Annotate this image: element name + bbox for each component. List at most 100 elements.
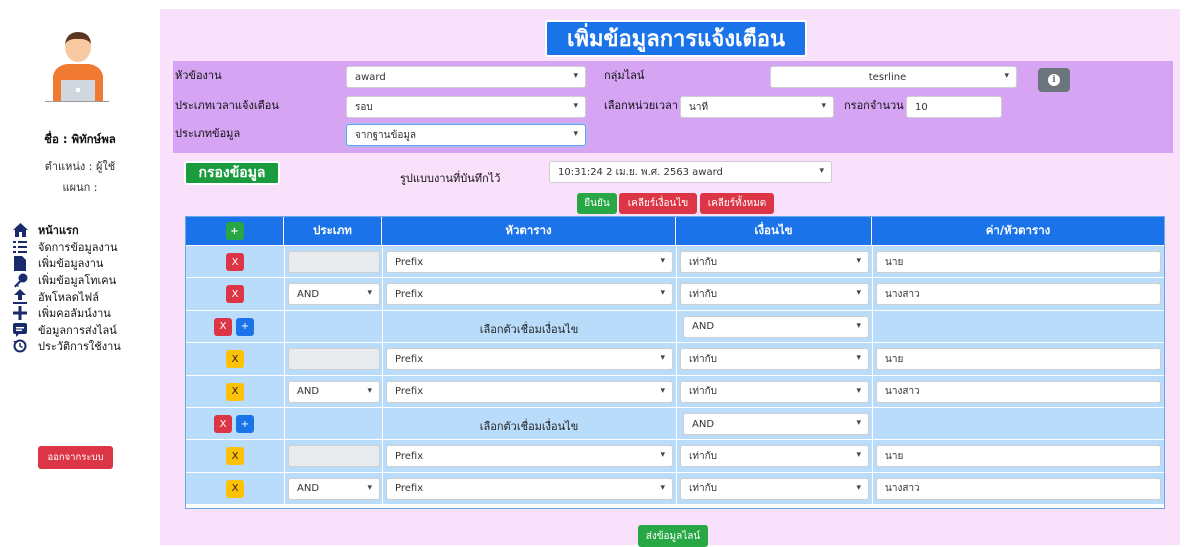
condition-row: X AND Prefix เท่ากับ นางสาว [186, 374, 1164, 407]
value-input[interactable]: นาย [876, 445, 1161, 468]
value-input[interactable]: นางสาว [876, 380, 1161, 403]
file-icon [12, 255, 28, 271]
upload-icon [12, 289, 28, 305]
connector-label: เลือกตัวเชื่อมเงื่อนไข [479, 420, 579, 433]
value-input[interactable]: นางสาว [876, 477, 1161, 500]
connector-select[interactable]: AND [683, 315, 869, 338]
value-input[interactable]: นางสาว [876, 283, 1161, 306]
profile-name: ชื่อ : พิทักษ์พล [44, 132, 116, 146]
saved-template-select[interactable]: 10:31:24 2 เม.ย. พ.ศ. 2563 award [549, 161, 832, 183]
time-unit-label: เลือกหน่วยเวลา [604, 99, 679, 112]
condition-table: + ประเภท หัวตาราง เงื่อนไข ค่า/หัวตาราง … [185, 216, 1165, 509]
connector-row: X + เลือกตัวเชื่อมเงื่อนไข AND [186, 407, 1164, 440]
sidebar: ชื่อ : พิทักษ์พล ตำแหน่ง : ผู้ใช้ แผนก :… [0, 0, 160, 545]
alert-settings-form: หัวข้องาน award กลุ่มไลน์ tesrline i ประ… [173, 61, 1173, 153]
remove-row-button[interactable]: X [226, 447, 244, 466]
condition-select[interactable]: เท่ากับ [680, 251, 869, 273]
history-icon [12, 338, 28, 354]
type-disabled-field [288, 348, 380, 371]
condition-select[interactable]: เท่ากับ [680, 477, 869, 500]
info-button[interactable]: i [1038, 68, 1070, 92]
remove-connector-button[interactable]: X [214, 415, 232, 433]
main-panel: เพิ่มข้อมูลการแจ้งเตือน หัวข้องาน award … [160, 9, 1180, 547]
type-select[interactable]: AND [288, 380, 380, 403]
menu-item-line-data[interactable]: ข้อมูลการส่งไลน์ [12, 322, 121, 339]
table-header-type: ประเภท [284, 217, 382, 245]
connector-label: เลือกตัวเชื่อมเงื่อนไข [479, 322, 579, 336]
topic-label: หัวข้องาน [175, 69, 222, 82]
profile-department: แผนก : [62, 181, 98, 194]
condition-row: X Prefix เท่ากับ นาย [186, 245, 1164, 278]
condition-row: X Prefix เท่ากับ นาย [186, 342, 1164, 375]
type-select[interactable]: AND [288, 283, 380, 306]
alert-time-type-label: ประเภทเวลาแจ้งเตือน [175, 99, 279, 112]
send-line-button[interactable]: ส่งข้อมูลไลน์ [638, 525, 708, 547]
logout-button[interactable]: ออกจากระบบ [38, 446, 113, 469]
column-select[interactable]: Prefix [386, 477, 673, 500]
column-select[interactable]: Prefix [386, 348, 673, 371]
menu-item-add-token[interactable]: เพิ่มข้อมูลโทเคน [12, 272, 121, 289]
remove-row-button[interactable]: X [226, 479, 244, 498]
confirm-button[interactable]: ยืนยัน [577, 193, 617, 214]
menu-item-add-column[interactable]: เพิ่มคอลัมน์งาน [12, 305, 121, 322]
table-header-add: + [186, 217, 284, 245]
connector-select[interactable]: AND [683, 413, 869, 435]
time-unit-select[interactable]: นาที [680, 96, 834, 118]
filter-title: กรองข้อมูล [184, 161, 280, 185]
clear-conditions-button[interactable]: เคลียร์เงื่อนไข [619, 193, 697, 214]
add-condition-button[interactable]: + [236, 415, 254, 433]
table-header-value: ค่า/หัวตาราง [872, 217, 1164, 245]
page-title: เพิ่มข้อมูลการแจ้งเตือน [545, 20, 807, 57]
menu-item-upload-file[interactable]: อัพโหลดไฟล์ [12, 288, 121, 305]
remove-row-button[interactable]: X [226, 382, 244, 401]
plus-icon [12, 305, 28, 321]
table-header-condition: เงื่อนไข [676, 217, 872, 245]
add-condition-button[interactable]: + [236, 317, 254, 336]
connector-row: X + เลือกตัวเชื่อมเงื่อนไข AND [186, 309, 1164, 343]
menu-item-history[interactable]: ประวัติการใช้งาน [12, 338, 121, 355]
amount-input[interactable]: 10 [906, 96, 1002, 118]
type-disabled-field [288, 445, 380, 468]
remove-row-button[interactable]: X [226, 285, 244, 304]
condition-select[interactable]: เท่ากับ [680, 445, 869, 468]
type-disabled-field [288, 251, 380, 273]
line-group-select[interactable]: tesrline [770, 66, 1017, 88]
list-icon [12, 239, 28, 255]
home-icon [12, 222, 28, 238]
menu-item-home[interactable]: หน้าแรก [12, 222, 121, 239]
value-input[interactable]: นาย [876, 251, 1161, 273]
user-avatar-icon [47, 30, 109, 102]
add-row-button[interactable]: + [225, 222, 244, 240]
menu-item-add-job[interactable]: เพิ่มข้อมูลงาน [12, 255, 121, 272]
info-icon: i [1048, 74, 1060, 86]
condition-select[interactable]: เท่ากับ [680, 348, 869, 371]
condition-row: X AND Prefix เท่ากับ นางสาว [186, 471, 1164, 505]
condition-row: X Prefix เท่ากับ นาย [186, 439, 1164, 472]
chat-icon [12, 322, 28, 338]
type-select[interactable]: AND [288, 477, 380, 500]
remove-row-button[interactable]: X [226, 253, 244, 271]
column-select[interactable]: Prefix [386, 251, 673, 273]
column-select[interactable]: Prefix [386, 380, 673, 403]
condition-select[interactable]: เท่ากับ [680, 283, 869, 306]
line-group-label: กลุ่มไลน์ [604, 69, 645, 82]
condition-select[interactable]: เท่ากับ [680, 380, 869, 403]
table-header-column: หัวตาราง [382, 217, 676, 245]
remove-connector-button[interactable]: X [214, 317, 232, 336]
sidebar-menu: หน้าแรก จัดการข้อมูลงาน เพิ่มข้อมูลงาน เ… [12, 222, 121, 355]
condition-row: X AND Prefix เท่ากับ นางสาว [186, 277, 1164, 310]
remove-row-button[interactable]: X [226, 350, 244, 369]
column-select[interactable]: Prefix [386, 445, 673, 468]
column-select[interactable]: Prefix [386, 283, 673, 306]
menu-item-manage-jobs[interactable]: จัดการข้อมูลงาน [12, 239, 121, 256]
data-type-select[interactable]: จากฐานข้อมูล [346, 124, 586, 146]
profile-position: ตำแหน่ง : ผู้ใช้ [44, 160, 116, 173]
value-input[interactable]: นาย [876, 348, 1161, 371]
clear-all-button[interactable]: เคลียร์ทั้งหมด [700, 193, 774, 214]
alert-time-type-select[interactable]: รอบ [346, 96, 586, 118]
key-icon [12, 272, 28, 288]
saved-template-label: รูปแบบงานที่บันทึกไว้ [400, 172, 501, 185]
topic-select[interactable]: award [346, 66, 586, 88]
data-type-label: ประเภทข้อมูล [175, 127, 241, 140]
amount-label: กรอกจำนวน [844, 99, 904, 112]
